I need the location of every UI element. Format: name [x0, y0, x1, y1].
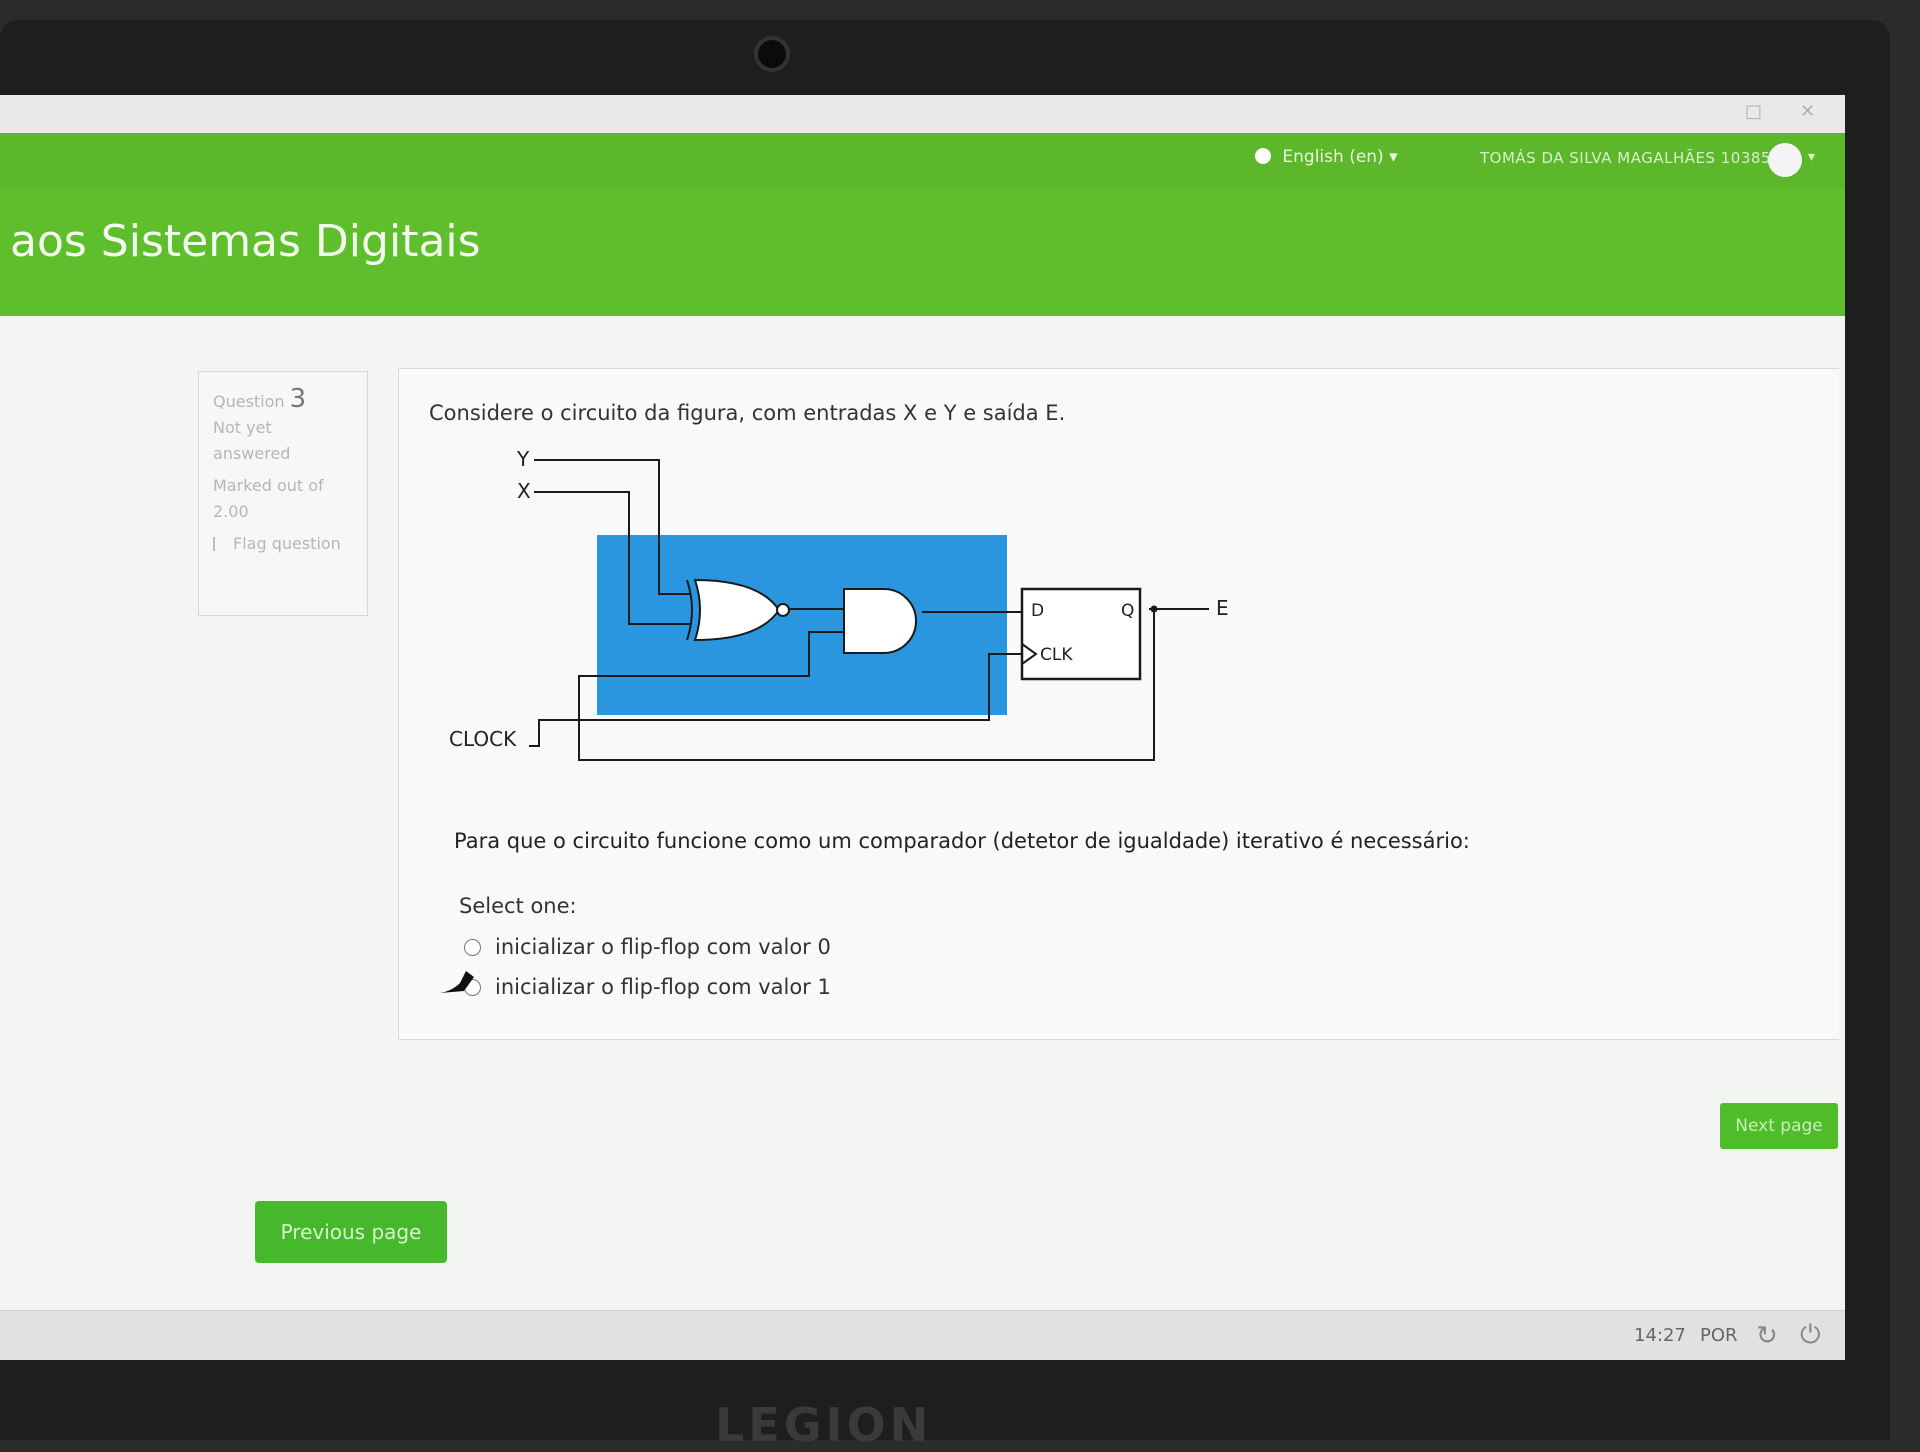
restore-icon[interactable]: □	[1745, 101, 1762, 122]
flag-question-link[interactable]: Flag question	[213, 531, 353, 557]
option-0[interactable]: inicializar o flip-flop com valor 0	[464, 935, 831, 959]
option-0-label: inicializar o flip-flop com valor 0	[495, 935, 831, 959]
main-content: Question 3 Not yet answered Marked out o…	[0, 316, 1845, 1360]
radio-option-0[interactable]	[464, 938, 481, 956]
keyboard-language[interactable]: POR	[1700, 1325, 1738, 1346]
page-header: aos Sistemas Digitais	[0, 188, 1845, 316]
question-status: Not yet answered	[213, 418, 291, 463]
question-number: 3	[289, 384, 307, 414]
and-gate	[843, 588, 917, 654]
input-x-label: X	[517, 479, 531, 503]
system-taskbar: 14:27 POR ↻ ⏻	[0, 1310, 1845, 1360]
next-page-button[interactable]: Next page	[1720, 1103, 1838, 1149]
course-title: aos Sistemas Digitais	[10, 216, 481, 267]
ff-d-label: D	[1031, 601, 1044, 621]
refresh-icon[interactable]: ↻	[1756, 1321, 1778, 1351]
clock: 14:27	[1634, 1325, 1686, 1346]
user-name[interactable]: TOMÁS DA SILVA MAGALHÃES 103850	[1480, 149, 1781, 167]
ff-q-label: Q	[1121, 601, 1134, 621]
pen-mark-icon	[440, 971, 474, 993]
power-icon[interactable]: ⏻	[1800, 1320, 1821, 1351]
output-e-label: E	[1216, 596, 1229, 620]
option-1[interactable]: inicializar o flip-flop com valor 1	[440, 971, 831, 999]
circuit-diagram: Y X CLOCK D Q CLK E	[449, 447, 1229, 761]
input-y-label: Y	[516, 447, 530, 471]
clock-label: CLOCK	[449, 727, 517, 751]
previous-page-button[interactable]: Previous page	[255, 1201, 447, 1263]
top-navbar: English (en) ▾ TOMÁS DA SILVA MAGALHÃES …	[0, 133, 1845, 188]
question-prompt: Para que o circuito funcione como um com…	[454, 829, 1470, 853]
flag-question-label: Flag question	[233, 534, 341, 553]
screen: □ ✕ English (en) ▾ TOMÁS DA SILVA MAGALH…	[0, 95, 1845, 1360]
question-text: Considere o circuito da figura, com entr…	[429, 401, 1066, 425]
globe-icon	[1255, 148, 1271, 164]
flag-icon	[213, 537, 225, 551]
webcam-icon	[754, 36, 790, 72]
chevron-down-icon[interactable]: ▾	[1808, 149, 1815, 165]
question-label: Question	[213, 392, 285, 411]
language-menu[interactable]: English (en) ▾	[1255, 147, 1398, 167]
question-info-panel: Question 3 Not yet answered Marked out o…	[198, 371, 368, 616]
question-marks: Marked out of 2.00	[213, 476, 324, 521]
laptop-brand-logo: LEGION	[715, 1398, 933, 1452]
ff-clk-label: CLK	[1040, 645, 1073, 665]
question-box: Considere o circuito da figura, com entr…	[398, 368, 1839, 1040]
select-one-label: Select one:	[459, 894, 577, 918]
option-1-label: inicializar o flip-flop com valor 1	[495, 975, 831, 999]
window-titlebar: □ ✕	[0, 95, 1845, 133]
junction-dot	[1150, 605, 1158, 613]
avatar[interactable]	[1768, 143, 1802, 177]
language-label: English (en) ▾	[1282, 147, 1398, 167]
close-icon[interactable]: ✕	[1800, 101, 1815, 122]
